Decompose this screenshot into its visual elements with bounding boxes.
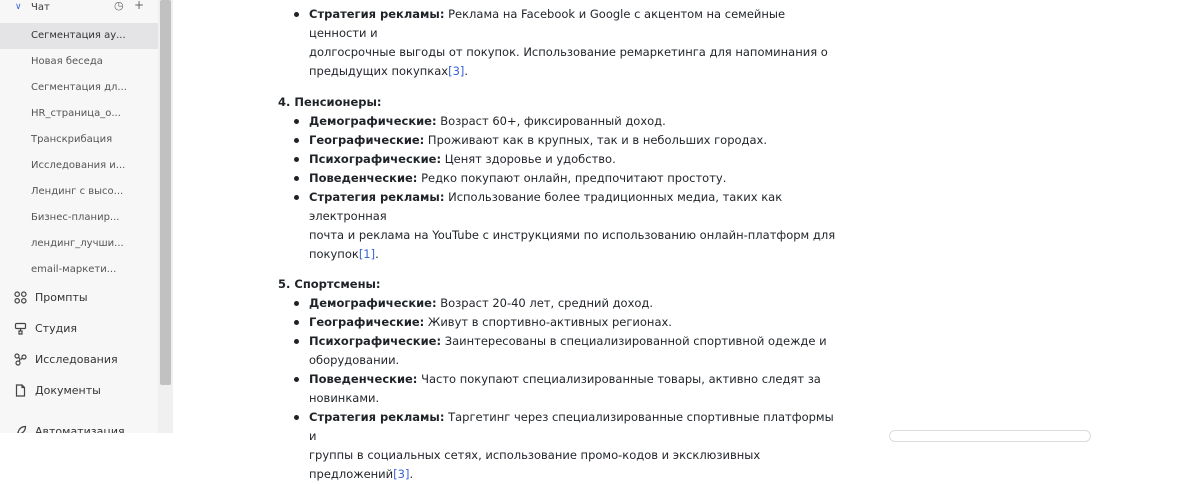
item-key: Поведенческие: bbox=[309, 372, 418, 386]
item-key: Стратегия рекламы: bbox=[309, 410, 445, 424]
chat-item[interactable]: HR_страница_о... bbox=[0, 101, 149, 127]
item-text: Возраст 60+, фиксированный доход. bbox=[436, 114, 666, 128]
message-input-box-edge[interactable] bbox=[889, 430, 1091, 442]
item-key: Поведенческие: bbox=[309, 171, 418, 185]
chat-list: Сегментация ау... Новая беседа Сегментац… bbox=[0, 23, 158, 283]
chat-item[interactable]: Лендинг с высо... bbox=[0, 179, 149, 205]
item-text: Ценят здоровье и удобство. bbox=[441, 152, 616, 166]
grid-icon bbox=[13, 291, 27, 305]
item-text: предыдущих покупках bbox=[309, 64, 449, 78]
item-text: Редко покупают онлайн, предпочитают прос… bbox=[417, 171, 727, 185]
item-key: Демографические: bbox=[309, 296, 437, 310]
chat-item[interactable]: Сегментация дл... bbox=[0, 75, 149, 101]
chat-item[interactable]: Бизнес-планир... bbox=[0, 205, 149, 231]
item-text: Возраст 20-40 лет, средний доход. bbox=[436, 296, 654, 310]
item-key: Географические: bbox=[309, 133, 425, 147]
nav-item-label: Промпты bbox=[35, 291, 88, 304]
item-key: Демографические: bbox=[309, 114, 437, 128]
item-key: Психографические: bbox=[309, 152, 442, 166]
item-text: Часто покупают специализированные товары… bbox=[417, 372, 821, 386]
item-text: оборудовании. bbox=[309, 353, 400, 367]
nav-item-prompts[interactable]: Промпты bbox=[0, 282, 158, 313]
history-icon[interactable]: ◷ bbox=[114, 0, 124, 12]
chat-item[interactable]: email-маркети... bbox=[0, 257, 149, 283]
nav-item-label: Автоматизация bbox=[35, 425, 125, 433]
item-text: новинками. bbox=[309, 391, 380, 405]
rocket-icon bbox=[13, 425, 27, 433]
list-item: Стратегия рекламы: Таргетинг через специ… bbox=[278, 408, 838, 484]
item-text: предложений bbox=[309, 467, 394, 481]
nav-item-label: Студия bbox=[35, 322, 77, 335]
item-text: Заинтересованы в специализированной спор… bbox=[441, 334, 827, 348]
nav-item-label: Исследования bbox=[35, 353, 118, 366]
item-key: Психографические: bbox=[309, 334, 442, 348]
chat-item[interactable]: лендинг_лучши... bbox=[0, 231, 149, 257]
list-item: Географические: Живут в спортивно-активн… bbox=[278, 313, 838, 332]
chat-item[interactable]: Исследования и... bbox=[0, 153, 149, 179]
item-text: группы в социальных сетях, использование… bbox=[309, 448, 761, 462]
document-icon bbox=[13, 384, 27, 398]
assistant-message: Стратегия рекламы: Реклама на Facebook и… bbox=[278, 0, 838, 484]
new-chat-plus-icon[interactable]: + bbox=[134, 0, 144, 12]
chat-item[interactable]: Сегментация ау... bbox=[0, 23, 158, 49]
item-text: Проживают как в крупных, так и в небольш… bbox=[424, 133, 768, 147]
list-item: Стратегия рекламы: Реклама на Facebook и… bbox=[278, 5, 838, 81]
nav-item-research[interactable]: Исследования bbox=[0, 344, 158, 375]
list-item: Поведенческие: Часто покупают специализи… bbox=[278, 370, 838, 408]
chat-section-label: Чат bbox=[31, 1, 50, 13]
sidebar: ∨ Чат ◷ + Сегментация ау... Новая беседа… bbox=[0, 0, 159, 433]
list-item: Демографические: Возраст 20-40 лет, сред… bbox=[278, 294, 838, 313]
nav-item-automation[interactable]: Автоматизация bbox=[0, 416, 158, 433]
list-item: Географические: Проживают как в крупных,… bbox=[278, 131, 838, 150]
section-title: 5. Спортсмены: bbox=[278, 277, 381, 291]
citation-link[interactable]: [3] bbox=[448, 64, 464, 78]
chat-section-header[interactable]: ∨ Чат ◷ + bbox=[0, 0, 158, 14]
list-item: Стратегия рекламы: Использование более т… bbox=[278, 188, 838, 264]
chat-item[interactable]: Новая беседа bbox=[0, 49, 149, 75]
list: Демографические: Возраст 60+, фиксирован… bbox=[278, 112, 838, 264]
list-item: Поведенческие: Редко покупают онлайн, пр… bbox=[278, 169, 838, 188]
nav-item-documents[interactable]: Документы bbox=[0, 375, 158, 406]
item-text: покупок bbox=[309, 247, 359, 261]
chevron-down-icon[interactable]: ∨ bbox=[15, 2, 25, 12]
list-item: Психографические: Ценят здоровье и удобс… bbox=[278, 150, 838, 169]
nav-item-studio[interactable]: Студия bbox=[0, 313, 158, 344]
citation-link[interactable]: [3] bbox=[393, 467, 409, 481]
nav-item-label: Документы bbox=[35, 384, 101, 397]
list: Стратегия рекламы: Реклама на Facebook и… bbox=[278, 5, 838, 81]
list-item: Демографические: Возраст 60+, фиксирован… bbox=[278, 112, 838, 131]
molecule-icon bbox=[13, 353, 27, 367]
section-title: 4. Пенсионеры: bbox=[278, 95, 382, 109]
list: Демографические: Возраст 20-40 лет, сред… bbox=[278, 294, 838, 484]
nav-list: Промпты Студия Исследования Документы Ав… bbox=[0, 282, 158, 433]
brush-icon bbox=[13, 322, 27, 336]
item-key: Стратегия рекламы: bbox=[309, 7, 445, 21]
item-key: Географические: bbox=[309, 315, 425, 329]
chat-item[interactable]: Транскрибация bbox=[0, 127, 149, 153]
sidebar-scrollbar-thumb[interactable] bbox=[160, 0, 171, 385]
item-text: долгосрочные выгоды от покупок. Использо… bbox=[309, 45, 828, 59]
item-text: Живут в спортивно-активных регионах. bbox=[424, 315, 672, 329]
item-key: Стратегия рекламы: bbox=[309, 190, 445, 204]
citation-link[interactable]: [1] bbox=[359, 247, 375, 261]
list-item: Психографические: Заинтересованы в специ… bbox=[278, 332, 838, 370]
item-text: почта и реклама на YouTube с инструкциям… bbox=[309, 228, 836, 242]
